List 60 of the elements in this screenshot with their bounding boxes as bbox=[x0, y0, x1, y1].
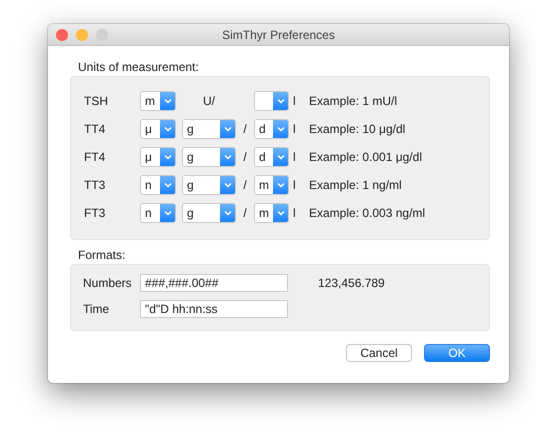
section-heading: Formats: bbox=[77, 248, 126, 262]
chevron-icon bbox=[224, 126, 232, 132]
liter-label: l bbox=[292, 178, 297, 192]
example-text: Example: 1 ng/ml bbox=[309, 178, 403, 192]
section-heading: Units of measurement: bbox=[77, 60, 200, 74]
dropdown[interactable]: d bbox=[254, 119, 289, 139]
hormone-label: FT4 bbox=[84, 150, 106, 164]
close-button[interactable] bbox=[56, 28, 68, 40]
liter-label: l bbox=[292, 150, 297, 164]
chevron-icon bbox=[276, 154, 284, 160]
slash-label: / bbox=[242, 178, 248, 192]
chevron-icon bbox=[276, 126, 284, 132]
input-field[interactable]: "d"D hh:nn:ss bbox=[140, 300, 288, 318]
dropdown[interactable]: m bbox=[254, 203, 289, 223]
input-field[interactable]: ###,###.00## bbox=[140, 274, 288, 292]
dropdown[interactable]: μ bbox=[140, 119, 176, 139]
hormone-label: TSH bbox=[84, 94, 109, 108]
dropdown[interactable]: μ bbox=[140, 147, 176, 167]
dropdown[interactable]: g bbox=[182, 175, 236, 195]
chevron-icon bbox=[224, 182, 232, 188]
chevron-icon bbox=[276, 182, 284, 188]
hormone-label: TT4 bbox=[84, 122, 106, 136]
slash-label: / bbox=[242, 206, 248, 220]
dropdown[interactable]: m bbox=[254, 175, 289, 195]
chevron-icon bbox=[276, 98, 284, 104]
chevron-icon bbox=[276, 210, 284, 216]
liter-label: l bbox=[292, 206, 297, 220]
dropdown[interactable]: g bbox=[182, 147, 236, 167]
dropdown[interactable]: m bbox=[140, 91, 176, 111]
slash-label: / bbox=[242, 150, 248, 164]
liter-label: l bbox=[292, 94, 297, 108]
cancel-button[interactable]: Cancel bbox=[346, 344, 412, 362]
example-text: Example: 0.003 ng/ml bbox=[309, 206, 426, 220]
example-text: Example: 0.001 μg/dl bbox=[309, 150, 423, 164]
dropdown[interactable]: g bbox=[182, 119, 236, 139]
chevron-icon bbox=[164, 154, 172, 160]
hormone-label: FT3 bbox=[84, 206, 106, 220]
hormone-label: TT3 bbox=[84, 178, 106, 192]
zoom-button[interactable] bbox=[96, 28, 108, 40]
chevron-icon bbox=[164, 98, 172, 104]
field-label: Time bbox=[83, 302, 110, 316]
field-label: Numbers bbox=[83, 276, 133, 290]
minimize-button[interactable] bbox=[76, 28, 88, 40]
dropdown[interactable]: g bbox=[182, 203, 236, 223]
dropdown[interactable]: n bbox=[140, 203, 176, 223]
dropdown[interactable]: n bbox=[140, 175, 176, 195]
sample-text: 123,456.789 bbox=[317, 276, 386, 290]
unit-label: U/ bbox=[202, 94, 216, 108]
chevron-icon bbox=[164, 210, 172, 216]
example-text: Example: 10 μg/dl bbox=[309, 122, 406, 136]
chevron-icon bbox=[164, 126, 172, 132]
liter-label: l bbox=[292, 122, 297, 136]
dropdown[interactable] bbox=[254, 91, 289, 111]
dropdown[interactable]: d bbox=[254, 147, 289, 167]
window-title: SimThyr Preferences bbox=[221, 28, 336, 42]
chevron-icon bbox=[164, 182, 172, 188]
example-text: Example: 1 mU/l bbox=[309, 94, 398, 108]
slash-label: / bbox=[242, 122, 248, 136]
chevron-icon bbox=[224, 154, 232, 160]
chevron-icon bbox=[224, 210, 232, 216]
